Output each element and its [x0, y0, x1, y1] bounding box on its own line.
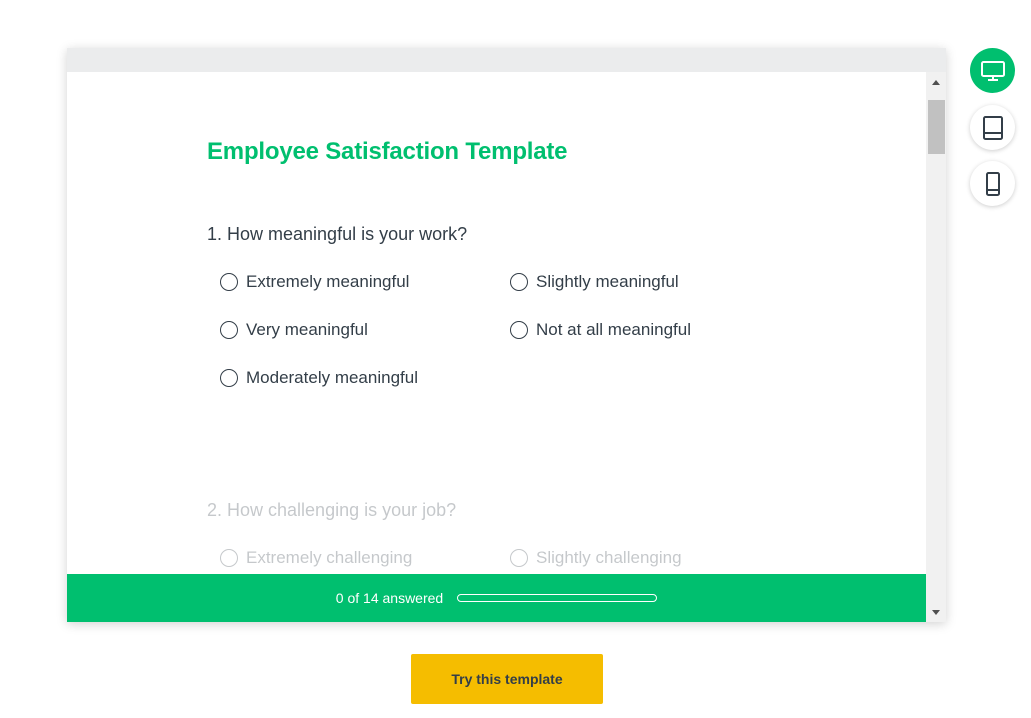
question-2: 2. How challenging is your job? Extremel…: [207, 500, 847, 567]
option-extremely-meaningful[interactable]: Extremely meaningful: [220, 270, 409, 294]
question-1-text: 1. How meaningful is your work?: [207, 224, 468, 244]
progress-text: 0 of 14 answered: [335, 590, 444, 606]
chevron-down-icon: [932, 609, 940, 615]
scroll-down-arrow[interactable]: [926, 602, 946, 622]
radio-button[interactable]: [220, 321, 238, 339]
scroll-thumb[interactable]: [928, 100, 945, 154]
progress-footer: 0 of 14 answered: [67, 574, 926, 622]
radio-button[interactable]: [220, 273, 238, 291]
question-1-options: Extremely meaningful Slightly meaningful…: [220, 270, 820, 430]
radio-button[interactable]: [510, 273, 528, 291]
chevron-up-icon: [932, 79, 940, 85]
option-extremely-challenging[interactable]: Extremely challenging: [220, 546, 412, 570]
option-not-at-all-meaningful[interactable]: Not at all meaningful: [510, 318, 691, 342]
option-slightly-challenging[interactable]: Slightly challenging: [510, 546, 682, 570]
question-2-options: Extremely challenging Slightly challengi…: [220, 546, 820, 574]
option-slightly-meaningful[interactable]: Slightly meaningful: [510, 270, 679, 294]
option-label: Not at all meaningful: [536, 320, 691, 339]
option-label: Moderately meaningful: [246, 368, 418, 387]
question-1: 1. How meaningful is your work? Extremel…: [207, 224, 847, 387]
mobile-view-button[interactable]: [970, 161, 1015, 206]
tablet-view-button[interactable]: [970, 105, 1015, 150]
radio-button[interactable]: [510, 321, 528, 339]
desktop-view-button[interactable]: [970, 48, 1015, 93]
radio-button[interactable]: [220, 549, 238, 567]
option-label: Very meaningful: [246, 320, 368, 339]
scroll-up-arrow[interactable]: [926, 72, 946, 92]
tablet-icon: [982, 115, 1003, 140]
option-label: Extremely challenging: [246, 548, 413, 567]
mobile-icon: [985, 171, 1000, 196]
radio-button[interactable]: [220, 369, 238, 387]
option-label: Slightly meaningful: [536, 272, 679, 291]
option-moderately-meaningful[interactable]: Moderately meaningful: [220, 366, 418, 390]
preview-top-bar: [67, 48, 946, 72]
survey-content[interactable]: Employee Satisfaction Template 1. How me…: [67, 72, 926, 574]
option-very-meaningful[interactable]: Very meaningful: [220, 318, 368, 342]
option-label: Extremely meaningful: [246, 272, 410, 291]
survey-preview-frame: Employee Satisfaction Template 1. How me…: [67, 48, 946, 622]
survey-title: Employee Satisfaction Template: [207, 138, 568, 165]
desktop-icon: [980, 60, 1005, 81]
vertical-scrollbar[interactable]: [926, 72, 946, 622]
try-template-button[interactable]: Try this template: [411, 654, 603, 704]
option-label: Slightly challenging: [536, 548, 682, 567]
question-2-text: 2. How challenging is your job?: [207, 500, 457, 520]
progress-track: [457, 594, 658, 602]
radio-button[interactable]: [510, 549, 528, 567]
